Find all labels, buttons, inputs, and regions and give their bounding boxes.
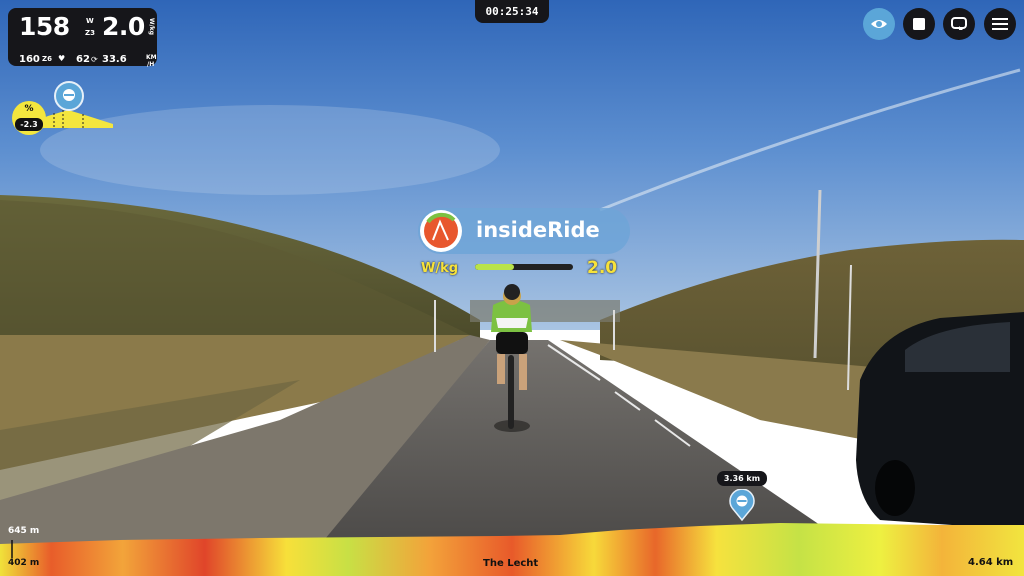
insideride-logo-icon	[424, 212, 458, 248]
menu-icon	[992, 18, 1008, 30]
cadence-icon: ⟳	[91, 55, 98, 64]
profile-max-elevation: 645 m	[8, 526, 40, 536]
wkg-label: W/kg	[421, 261, 459, 276]
view-toggle-button[interactable]	[863, 8, 895, 40]
stop-button[interactable]	[903, 8, 935, 40]
wkg-progress-bar	[475, 264, 573, 270]
insideride-logo	[420, 210, 462, 252]
stop-icon	[913, 18, 925, 30]
power-zone-label: Z3	[85, 29, 95, 37]
profile-min-elevation: 402 m	[8, 558, 40, 568]
route-total-distance: 4.64 km	[968, 557, 1014, 568]
speed-unit-top: KM	[146, 54, 157, 61]
ride-video-scene	[0, 0, 1024, 560]
loop-icon	[951, 17, 967, 30]
loop-button[interactable]	[943, 8, 975, 40]
wkg-target-value: 2.0	[587, 258, 618, 278]
heart-icon: ♥	[58, 54, 66, 63]
heart-rate-value: 160	[19, 54, 40, 65]
wkg-progress-fill	[475, 264, 515, 270]
speed-value: 33.6	[102, 54, 127, 65]
eye-icon	[871, 20, 887, 28]
hr-zone-label: Z6	[42, 55, 52, 63]
power-value: 158	[19, 12, 70, 41]
insideride-brand-text: insideRide	[476, 218, 600, 242]
ride-stats-panel: 158 W Z3 2.0 W/kg 160 Z6 ♥ 62 ⟳ 33.6 KM …	[8, 8, 157, 68]
rider-avatar-icon	[54, 81, 84, 111]
elapsed-timer: 00:25:34	[475, 0, 549, 23]
gradient-badge: % -2.3	[12, 101, 46, 135]
gradient-widget: % -2.3	[8, 80, 118, 135]
menu-button[interactable]	[984, 8, 1016, 40]
gradient-value: -2.3	[15, 118, 43, 131]
rider-distance-badge: 3.36 km	[717, 471, 767, 486]
rider-position-marker	[729, 488, 755, 522]
cadence-value: 62	[76, 54, 90, 65]
wkg-value: 2.0	[102, 12, 145, 41]
power-unit-label: W	[86, 17, 94, 25]
speed-unit-bottom: /H	[147, 61, 155, 68]
rider-marker-icon	[729, 488, 755, 522]
wkg-unit-label: W/kg	[148, 18, 155, 36]
gradient-symbol: %	[24, 104, 34, 114]
route-name: The Lecht	[483, 558, 539, 569]
